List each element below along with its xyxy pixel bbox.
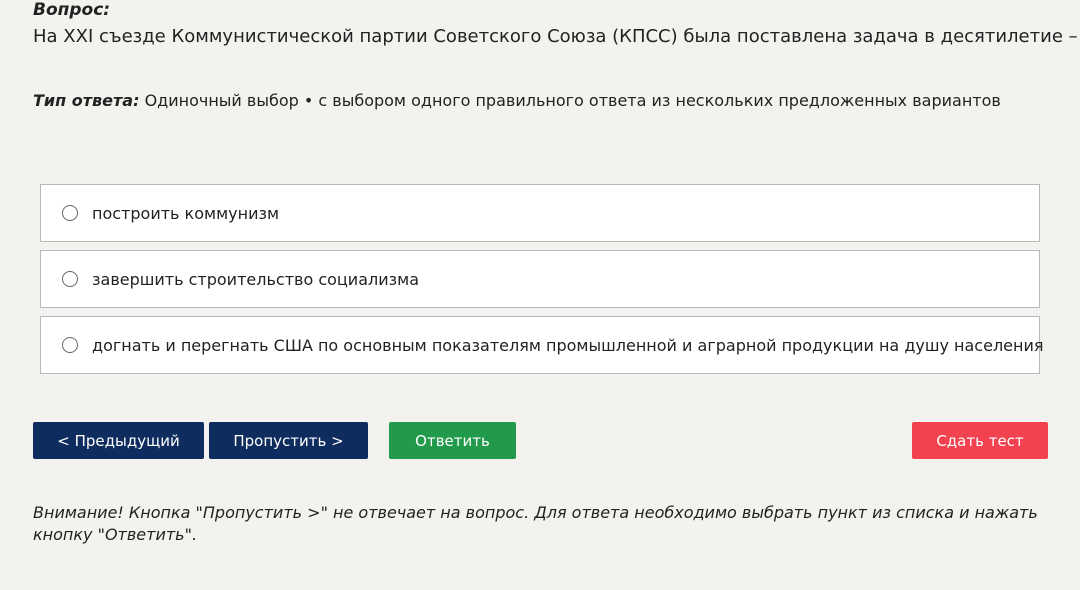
answer-type-label: Тип ответа:: [33, 91, 140, 110]
answer-option-label: завершить строительство социализма: [92, 269, 420, 289]
radio-button[interactable]: [62, 205, 78, 221]
answer-options-list: построить коммунизм завершить строительс…: [40, 184, 1044, 382]
answer-option-3[interactable]: догнать и перегнать США по основным пока…: [40, 316, 1044, 374]
question-text: На XXI съезде Коммунистической партии Со…: [33, 26, 1080, 47]
answer-button[interactable]: Ответить: [389, 422, 516, 459]
finish-test-button[interactable]: Сдать тест: [912, 422, 1048, 459]
previous-button[interactable]: < Предыдущий: [33, 422, 204, 459]
radio-button[interactable]: [62, 337, 78, 353]
skip-button[interactable]: Пропустить >: [209, 422, 368, 459]
question-label: Вопрос:: [33, 0, 111, 20]
answer-type-value: Одиночный выбор • с выбором одного прави…: [144, 91, 1001, 110]
answer-option-1[interactable]: построить коммунизм: [40, 184, 1040, 242]
answer-type: Тип ответа: Одиночный выбор • с выбором …: [33, 91, 1001, 111]
radio-button[interactable]: [62, 271, 78, 287]
answer-option-label: построить коммунизм: [92, 203, 280, 223]
answer-option-label: догнать и перегнать США по основным пока…: [92, 335, 1044, 355]
notice-text: Внимание! Кнопка "Пропустить >" не отвеч…: [33, 503, 1038, 544]
answer-option-2[interactable]: завершить строительство социализма: [40, 250, 1040, 308]
